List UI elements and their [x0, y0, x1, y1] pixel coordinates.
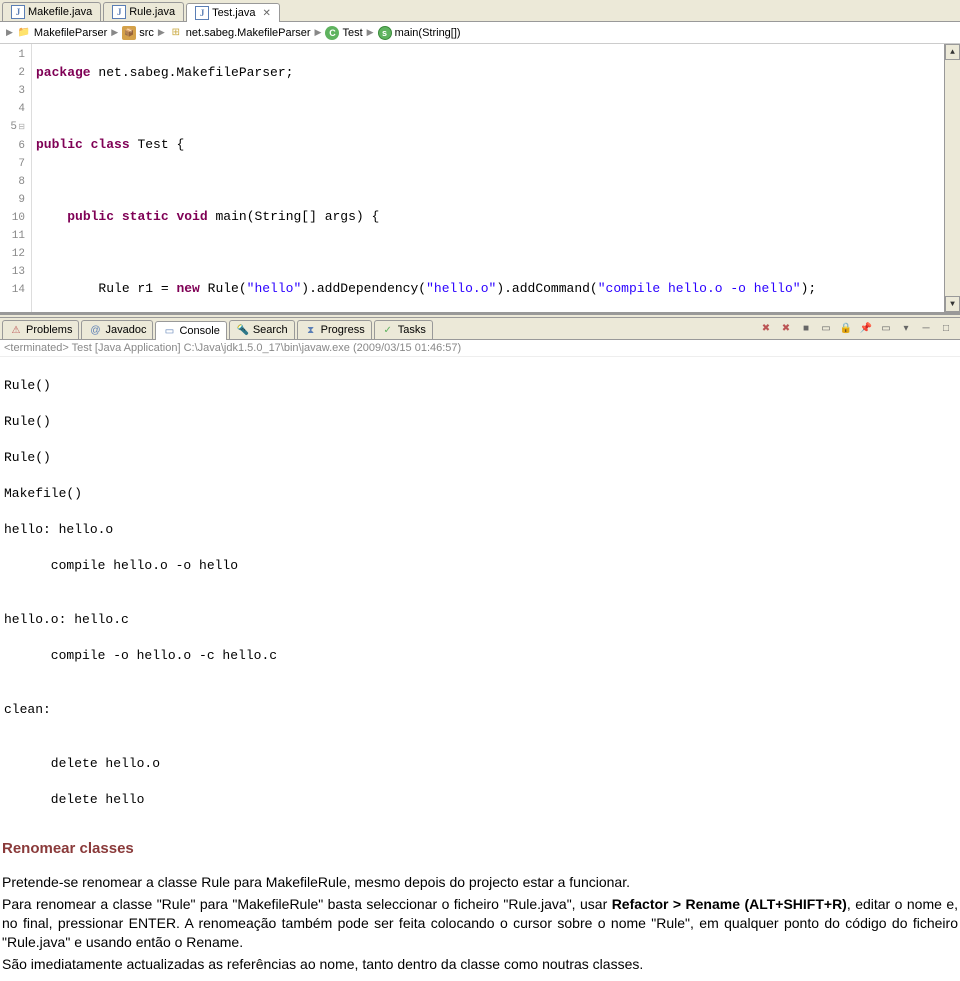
- console-toolbar: ✖ ✖ ■ ▭ 🔒 📌 ▭ ▾ ─ □: [758, 321, 960, 337]
- minimize-icon[interactable]: ─: [918, 321, 934, 337]
- tab-search[interactable]: 🔦 Search: [229, 320, 295, 339]
- display-console-icon[interactable]: ▭: [878, 321, 894, 337]
- class-icon: C: [325, 26, 339, 40]
- chevron-right-icon: ▶: [315, 27, 322, 38]
- package-icon: ⊞: [169, 26, 183, 40]
- tab-label: Makefile.java: [28, 6, 92, 18]
- remove-all-icon[interactable]: ✖: [778, 321, 794, 337]
- tab-javadoc[interactable]: @ Javadoc: [81, 320, 153, 339]
- breadcrumb-package[interactable]: ⊞ net.sabeg.MakefileParser: [169, 26, 311, 40]
- console-header: <terminated> Test [Java Application] C:\…: [0, 340, 960, 357]
- clear-console-icon[interactable]: ▭: [818, 321, 834, 337]
- tab-test-java[interactable]: J Test.java ✕: [186, 3, 280, 22]
- chevron-right-icon: ▶: [158, 27, 165, 38]
- tab-tasks[interactable]: ✓ Tasks: [374, 320, 433, 339]
- breadcrumb-src[interactable]: 📦 src: [122, 26, 154, 40]
- source-folder-icon: 📦: [122, 26, 136, 40]
- javadoc-icon: @: [88, 323, 102, 337]
- tab-label: Test.java: [212, 7, 255, 19]
- doc-paragraph: Para renomear a classe "Rule" para "Make…: [2, 895, 958, 952]
- scroll-down-icon[interactable]: ▼: [945, 296, 960, 312]
- chevron-right-icon[interactable]: ▶: [6, 27, 13, 38]
- breadcrumb: ▶ 📁 MakefileParser ▶ 📦 src ▶ ⊞ net.sabeg…: [0, 22, 960, 44]
- tab-problems[interactable]: ⚠ Problems: [2, 320, 79, 339]
- method-icon: s: [378, 26, 392, 40]
- tab-label: Rule.java: [129, 6, 175, 18]
- maximize-icon[interactable]: □: [938, 321, 954, 337]
- tasks-icon: ✓: [381, 323, 395, 337]
- breadcrumb-method[interactable]: s main(String[]): [378, 26, 461, 40]
- open-console-icon[interactable]: ▾: [898, 321, 914, 337]
- pin-console-icon[interactable]: 📌: [858, 321, 874, 337]
- java-file-icon: J: [11, 5, 25, 19]
- doc-paragraph: Pretende-se renomear a classe Rule para …: [2, 873, 958, 892]
- remove-launch-icon[interactable]: ✖: [758, 321, 774, 337]
- java-file-icon: J: [112, 5, 126, 19]
- search-icon: 🔦: [236, 323, 250, 337]
- scroll-up-icon[interactable]: ▲: [945, 44, 960, 60]
- document-text: Renomear classes Pretende-se renomear a …: [0, 829, 960, 981]
- chevron-right-icon: ▶: [111, 27, 118, 38]
- doc-paragraph: São imediatamente actualizadas as referê…: [2, 955, 958, 974]
- console-icon: ▭: [162, 324, 176, 338]
- vertical-scrollbar[interactable]: ▲ ▼: [944, 44, 960, 312]
- doc-heading: Renomear classes: [2, 839, 958, 859]
- problems-icon: ⚠: [9, 323, 23, 337]
- close-icon[interactable]: ✕: [262, 8, 270, 19]
- scroll-lock-icon[interactable]: 🔒: [838, 321, 854, 337]
- java-file-icon: J: [195, 6, 209, 20]
- terminate-icon[interactable]: ■: [798, 321, 814, 337]
- tab-progress[interactable]: ⧗ Progress: [297, 320, 372, 339]
- code-editor[interactable]: 1 2 3 4 5⊟ 6 7 8 9 10 11 12 13 14 packag…: [0, 44, 960, 314]
- console-output[interactable]: Rule() Rule() Rule() Makefile() hello: h…: [0, 357, 960, 829]
- progress-icon: ⧗: [304, 323, 318, 337]
- tab-makefile-java[interactable]: J Makefile.java: [2, 2, 101, 21]
- tab-console[interactable]: ▭ Console: [155, 321, 226, 340]
- bottom-view-tabs: ⚠ Problems @ Javadoc ▭ Console 🔦 Search …: [0, 318, 960, 340]
- breadcrumb-class[interactable]: C Test: [325, 26, 362, 40]
- project-icon: 📁: [17, 26, 31, 40]
- breadcrumb-project[interactable]: 📁 MakefileParser: [17, 26, 107, 40]
- line-number-gutter: 1 2 3 4 5⊟ 6 7 8 9 10 11 12 13 14: [0, 44, 32, 312]
- code-area[interactable]: package net.sabeg.MakefileParser; public…: [32, 44, 944, 312]
- tab-rule-java[interactable]: J Rule.java: [103, 2, 184, 21]
- chevron-right-icon: ▶: [367, 27, 374, 38]
- editor-tab-bar: J Makefile.java J Rule.java J Test.java …: [0, 0, 960, 22]
